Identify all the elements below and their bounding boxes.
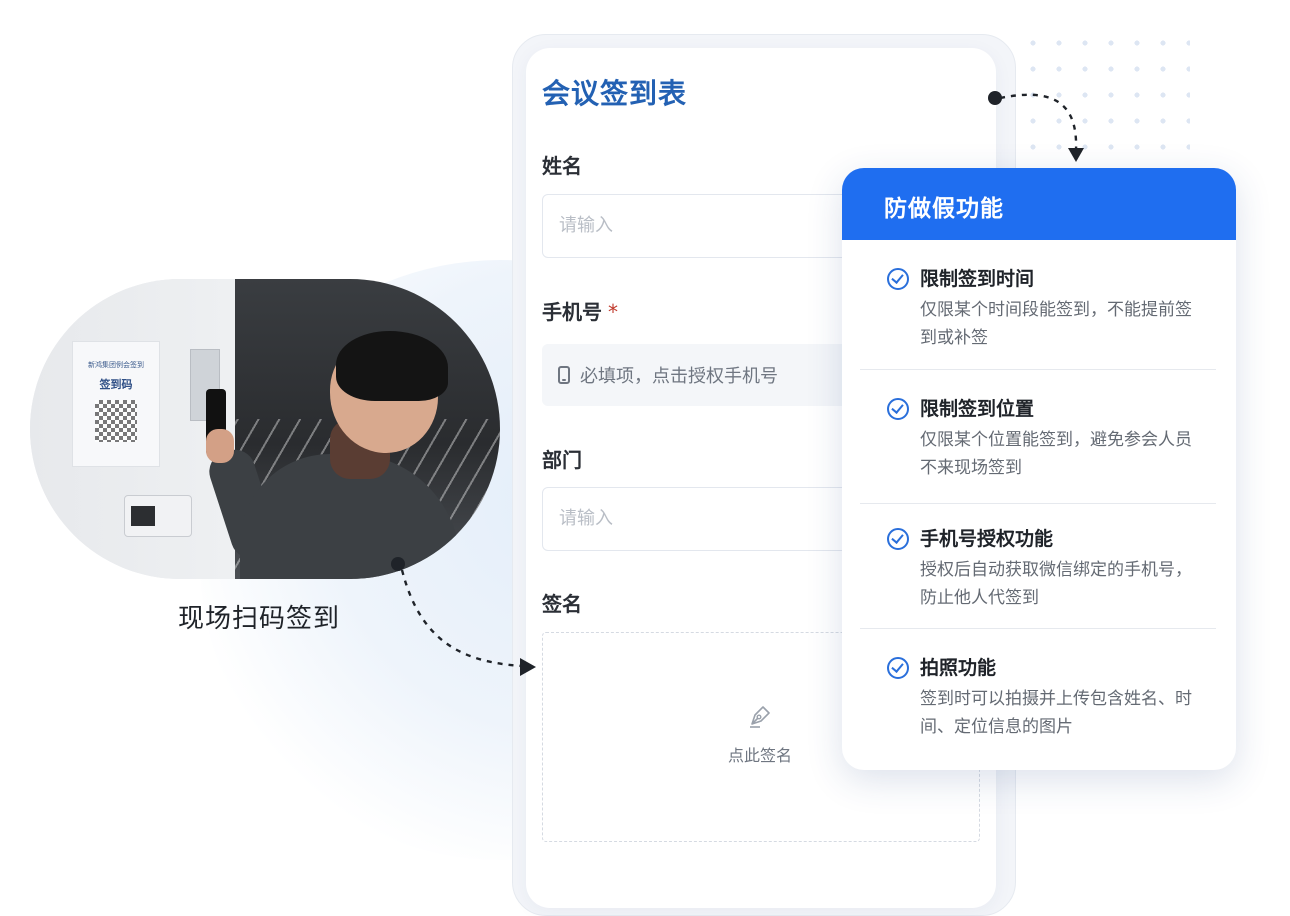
connector-arrows [391,91,1084,676]
connector-dot-photo [391,557,405,571]
arrow-head-top-icon [1068,148,1084,162]
connector-line-photo [400,569,523,668]
connector-dot-top [988,91,1002,105]
connector-line-top [999,93,1078,151]
arrow-head-photo-icon [520,658,536,676]
